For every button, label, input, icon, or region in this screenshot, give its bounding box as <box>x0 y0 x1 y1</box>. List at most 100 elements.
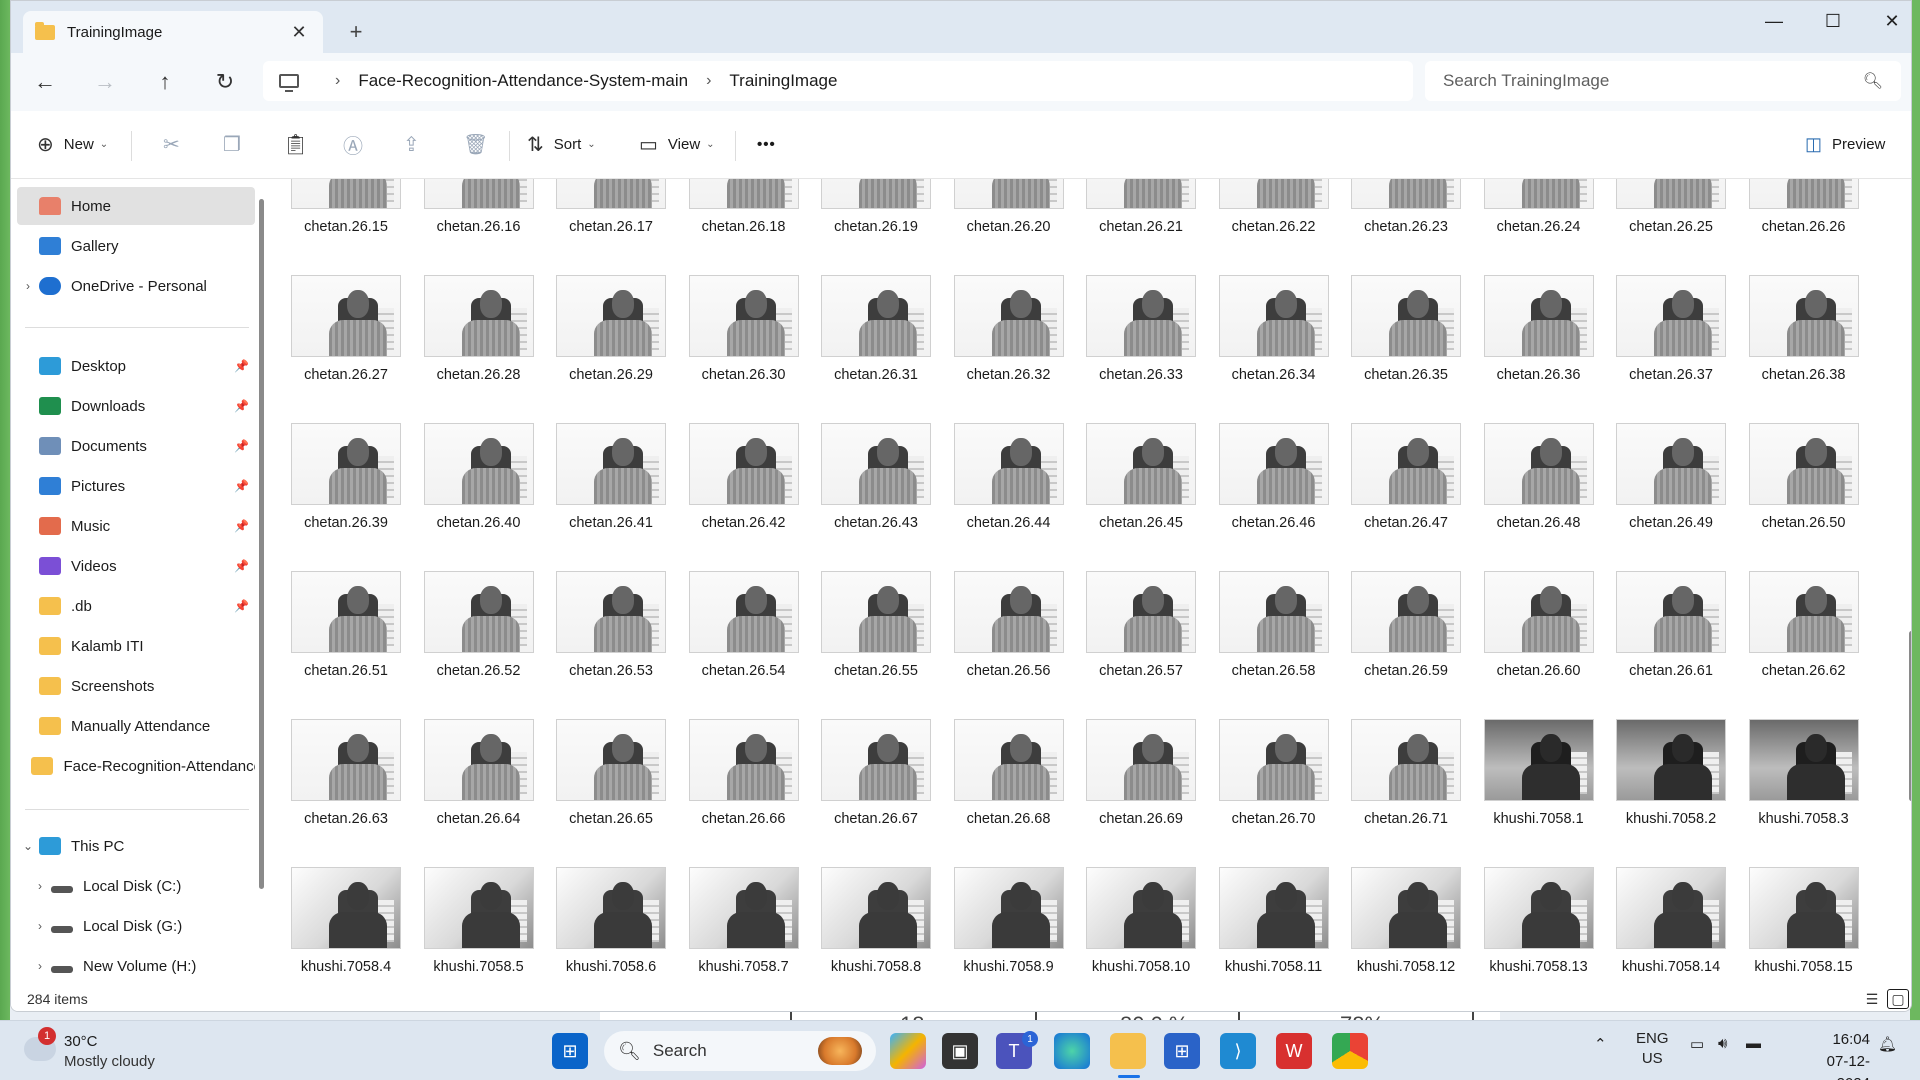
copilot-icon[interactable] <box>890 1033 926 1069</box>
pin-icon[interactable]: 📌 <box>234 479 249 493</box>
file-item[interactable]: chetan.26.19 <box>799 179 931 275</box>
more-options-button[interactable]: ••• <box>747 125 786 165</box>
image-thumbnail[interactable] <box>953 179 1064 209</box>
app-icon[interactable]: ▣ <box>942 1033 978 1069</box>
file-item[interactable]: chetan.26.23 <box>1329 179 1461 275</box>
file-item[interactable]: khushi.7058.2 <box>1594 719 1726 867</box>
edge-icon[interactable] <box>1054 1033 1090 1069</box>
chevron-right-icon[interactable]: › <box>29 919 51 933</box>
file-item[interactable]: chetan.26.18 <box>667 179 799 275</box>
file-item[interactable]: khushi.7058.4 <box>269 867 401 979</box>
tab-traininimage[interactable]: TrainingImage ✕ <box>23 11 323 53</box>
image-thumbnail[interactable] <box>1748 179 1859 209</box>
sidebar-item-this-pc[interactable]: ⌄ This PC <box>17 827 255 865</box>
file-item[interactable]: chetan.26.51 <box>269 571 401 719</box>
image-thumbnail[interactable] <box>556 867 666 949</box>
sidebar-item-quick-access[interactable]: Music 📌 <box>17 507 255 545</box>
file-item[interactable]: chetan.26.21 <box>1064 179 1196 275</box>
image-thumbnail[interactable] <box>953 719 1064 801</box>
image-thumbnail[interactable] <box>1483 179 1594 209</box>
file-item[interactable]: chetan.26.16 <box>402 179 534 275</box>
image-thumbnail[interactable] <box>1748 571 1859 653</box>
file-item[interactable]: chetan.26.28 <box>402 275 534 423</box>
file-item[interactable]: chetan.26.48 <box>1462 423 1594 571</box>
image-thumbnail[interactable] <box>821 719 931 801</box>
image-thumbnail[interactable] <box>1616 423 1726 505</box>
image-thumbnail[interactable] <box>1086 571 1196 653</box>
chevron-right-icon[interactable]: › <box>17 279 39 293</box>
image-thumbnail[interactable] <box>953 867 1064 949</box>
sidebar-item-quick-access[interactable]: .db 📌 <box>17 587 255 625</box>
image-thumbnail[interactable] <box>556 179 666 209</box>
image-thumbnail[interactable] <box>1086 423 1196 505</box>
file-item[interactable]: chetan.26.64 <box>402 719 534 867</box>
file-item[interactable]: chetan.26.62 <box>1727 571 1859 719</box>
network-icon[interactable]: ▭ <box>1690 1035 1704 1053</box>
file-item[interactable]: khushi.7058.3 <box>1727 719 1859 867</box>
pin-icon[interactable]: 📌 <box>234 359 249 373</box>
breadcrumb-item[interactable]: Face-Recognition-Attendance-System-main <box>358 71 688 91</box>
sidebar-item-drive-h[interactable]: › New Volume (H:) <box>29 947 267 985</box>
breadcrumb-item[interactable]: TrainingImage <box>729 71 837 91</box>
image-thumbnail[interactable] <box>1351 275 1461 357</box>
wps-office-icon[interactable]: W <box>1276 1033 1312 1069</box>
back-button[interactable]: ← <box>25 63 65 101</box>
image-thumbnail[interactable] <box>1616 571 1726 653</box>
pin-icon[interactable]: 📌 <box>234 559 249 573</box>
new-button[interactable]: ⊕ New ⌄ <box>27 125 118 165</box>
image-thumbnail[interactable] <box>1748 867 1859 949</box>
image-thumbnail[interactable] <box>688 179 799 209</box>
image-thumbnail[interactable] <box>1616 867 1726 949</box>
notifications-bell-icon[interactable]: 🔔︎ <box>1878 1035 1897 1053</box>
image-thumbnail[interactable] <box>1218 867 1329 949</box>
file-item[interactable]: chetan.26.52 <box>402 571 534 719</box>
file-item[interactable]: chetan.26.42 <box>667 423 799 571</box>
file-item[interactable]: chetan.26.58 <box>1197 571 1329 719</box>
file-item[interactable]: chetan.26.20 <box>932 179 1064 275</box>
file-item[interactable]: chetan.26.39 <box>269 423 401 571</box>
sidebar-item-quick-access[interactable]: Documents 📌 <box>17 427 255 465</box>
search-icon[interactable]: 🔍︎ <box>1863 71 1883 91</box>
file-item[interactable]: chetan.26.38 <box>1727 275 1859 423</box>
language-indicator[interactable]: ENG US <box>1636 1029 1669 1069</box>
file-item[interactable]: chetan.26.63 <box>269 719 401 867</box>
file-item[interactable]: chetan.26.41 <box>534 423 666 571</box>
minimize-button[interactable]: — <box>1745 1 1803 41</box>
file-item[interactable]: chetan.26.71 <box>1329 719 1461 867</box>
file-item[interactable]: chetan.26.44 <box>932 423 1064 571</box>
image-thumbnail[interactable] <box>423 275 534 357</box>
image-thumbnail[interactable] <box>1748 275 1859 357</box>
image-thumbnail[interactable] <box>423 867 534 949</box>
image-thumbnail[interactable] <box>556 571 666 653</box>
sidebar-item-quick-access[interactable]: Pictures 📌 <box>17 467 255 505</box>
rename-button[interactable]: Ⓐ <box>333 125 383 165</box>
breadcrumb-chevron-icon[interactable]: › <box>335 72 340 90</box>
weather-widget[interactable]: 1 30°C Mostly cloudy <box>22 1027 192 1073</box>
cut-button[interactable]: ✂ <box>153 125 200 165</box>
large-icons-view-icon[interactable]: ▢ <box>1887 989 1909 1009</box>
image-thumbnail[interactable] <box>291 275 401 357</box>
copy-button[interactable]: ❐ <box>213 125 261 165</box>
image-thumbnail[interactable] <box>291 571 401 653</box>
file-item[interactable]: chetan.26.22 <box>1197 179 1329 275</box>
delete-button[interactable]: 🗑︎ <box>453 125 508 165</box>
maximize-button[interactable]: ☐ <box>1804 1 1862 41</box>
image-thumbnail[interactable] <box>1483 571 1594 653</box>
file-item[interactable]: chetan.26.40 <box>402 423 534 571</box>
image-thumbnail[interactable] <box>821 867 931 949</box>
refresh-button[interactable]: ↻ <box>205 63 245 101</box>
image-thumbnail[interactable] <box>1748 423 1859 505</box>
image-thumbnail[interactable] <box>1483 719 1594 801</box>
chevron-right-icon[interactable]: › <box>29 879 51 893</box>
file-item[interactable]: chetan.26.56 <box>932 571 1064 719</box>
file-item[interactable]: khushi.7058.15 <box>1727 867 1859 979</box>
file-item[interactable]: chetan.26.43 <box>799 423 931 571</box>
image-thumbnail[interactable] <box>953 423 1064 505</box>
image-thumbnail[interactable] <box>423 423 534 505</box>
up-button[interactable]: ↑ <box>145 63 185 101</box>
image-thumbnail[interactable] <box>821 423 931 505</box>
file-item[interactable]: chetan.26.24 <box>1462 179 1594 275</box>
image-thumbnail[interactable] <box>688 423 799 505</box>
file-item[interactable]: chetan.26.31 <box>799 275 931 423</box>
file-item[interactable]: khushi.7058.7 <box>667 867 799 979</box>
